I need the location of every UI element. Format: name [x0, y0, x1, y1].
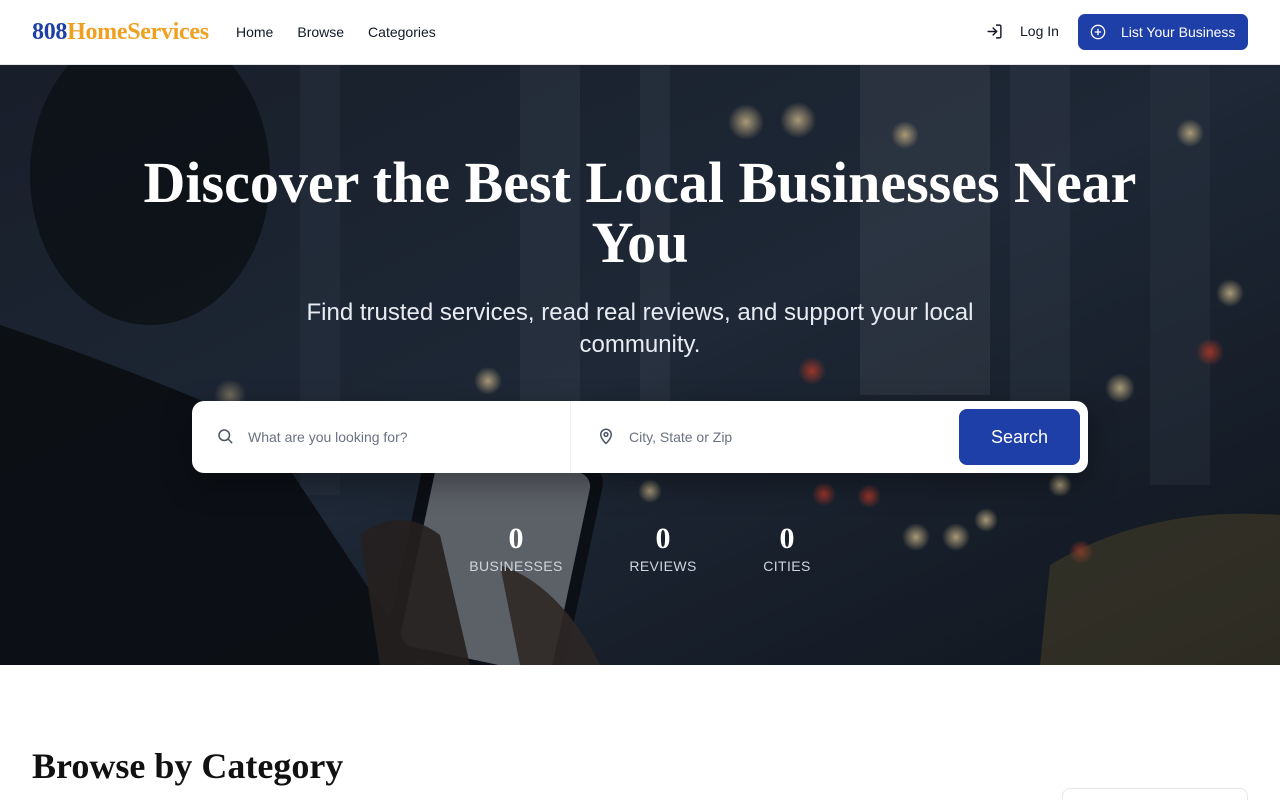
stat-reviews: 0 REVIEWS — [626, 523, 700, 575]
plus-circle-icon — [1090, 24, 1106, 40]
what-search-input[interactable] — [248, 417, 548, 457]
hero-subtitle: Find trusted services, read real reviews… — [306, 299, 974, 358]
hero-section: Discover the Best Local Businesses Near … — [0, 65, 1280, 665]
stat-businesses-label: BUSINESSES — [469, 558, 563, 574]
map-pin-icon — [597, 427, 617, 447]
nav-home[interactable]: Home — [236, 23, 273, 41]
location-search-input[interactable] — [629, 417, 929, 457]
stat-businesses: 0 BUSINESSES — [468, 523, 564, 575]
login-link[interactable]: Log In — [986, 22, 1059, 40]
list-your-business-label: List Your Business — [1121, 24, 1236, 40]
search-bar: Search — [192, 401, 1088, 473]
location-search-field — [571, 401, 951, 473]
stat-cities-label: CITIES — [763, 558, 811, 574]
logo-part-number: 808 — [32, 19, 68, 45]
site-header: 808HomeServices Home Browse Categories L… — [0, 0, 1280, 65]
logo-part-name: HomeServices — [67, 19, 209, 45]
hero-title: Discover the Best Local Businesses Near … — [143, 150, 1137, 275]
login-label: Log In — [1020, 23, 1059, 39]
stat-businesses-value: 0 — [508, 522, 524, 555]
stat-reviews-label: REVIEWS — [629, 558, 697, 574]
site-logo[interactable]: 808HomeServices — [32, 17, 209, 47]
nav-browse[interactable]: Browse — [297, 23, 344, 41]
stat-cities-value: 0 — [779, 522, 795, 555]
stat-reviews-value: 0 — [655, 522, 671, 555]
what-search-field — [192, 401, 571, 473]
search-button[interactable]: Search — [959, 409, 1080, 465]
list-your-business-button[interactable]: List Your Business — [1078, 14, 1248, 50]
stat-cities: 0 CITIES — [760, 523, 814, 575]
main-nav: Home Browse Categories — [236, 23, 460, 41]
category-action-button[interactable] — [1062, 788, 1248, 800]
login-icon — [986, 23, 1003, 40]
nav-categories[interactable]: Categories — [368, 23, 436, 41]
search-icon — [216, 427, 236, 447]
browse-by-category-title: Browse by Category — [32, 746, 344, 786]
